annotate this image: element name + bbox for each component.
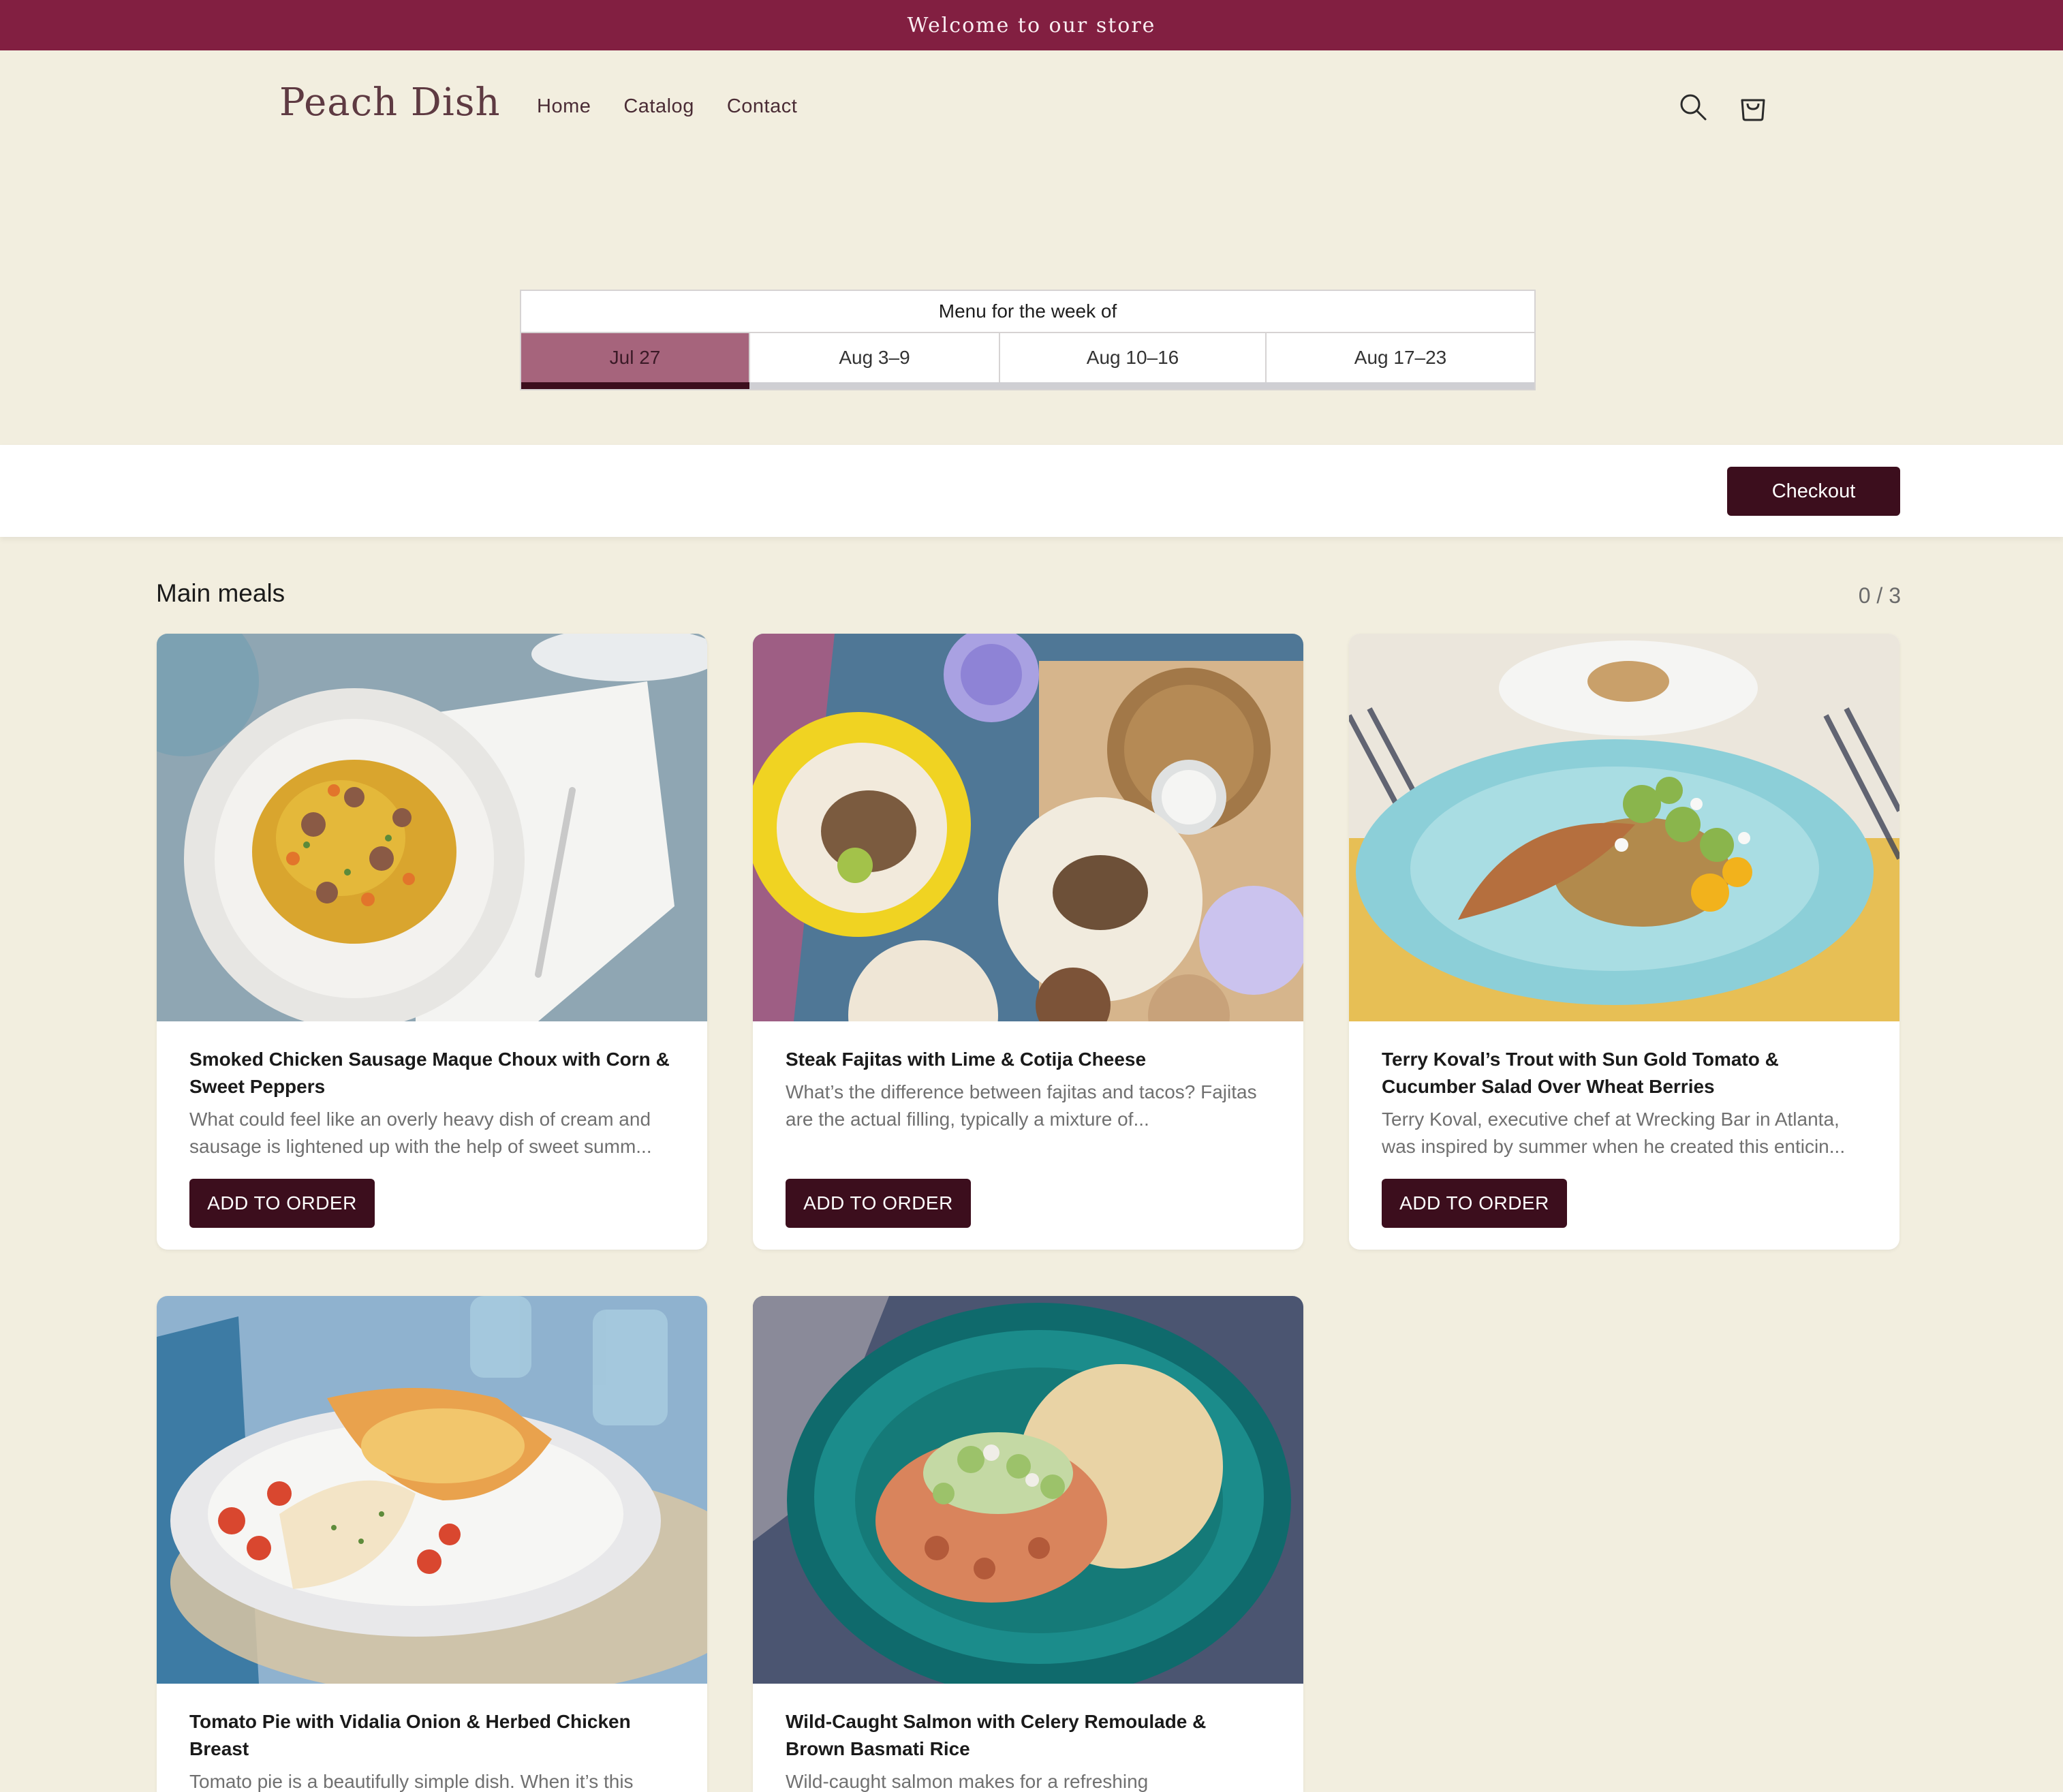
checkout-button[interactable]: Checkout — [1727, 467, 1900, 516]
announcement-text: Welcome to our store — [907, 13, 1156, 37]
nav-contact[interactable]: Contact — [727, 95, 797, 118]
meal-description: Tomato pie is a beautifully simple dish.… — [189, 1771, 634, 1792]
section-title: Main meals — [156, 579, 285, 607]
meal-title[interactable]: Wild-Caught Salmon with Celery Remoulade… — [786, 1708, 1271, 1763]
meal-card: Wild-Caught Salmon with Celery Remoulade… — [753, 1296, 1303, 1792]
week-tab-aug-3-9[interactable]: Aug 3–9 — [750, 333, 1000, 382]
week-tab-aug-10-16[interactable]: Aug 10–16 — [1000, 333, 1267, 382]
week-tabs: Jul 27 Aug 3–9 Aug 10–16 Aug 17–23 — [521, 333, 1534, 382]
cart-icon[interactable] — [1736, 90, 1770, 124]
meal-image-tomato-pie[interactable] — [157, 1296, 707, 1684]
nav-catalog[interactable]: Catalog — [623, 95, 694, 118]
meal-description: What’s the difference between fajitas an… — [786, 1081, 1257, 1130]
meal-card: Terry Koval’s Trout with Sun Gold Tomato… — [1349, 634, 1899, 1250]
add-to-order-button[interactable]: ADD TO ORDER — [1382, 1179, 1567, 1228]
meal-card: Tomato Pie with Vidalia Onion & Herbed C… — [157, 1296, 707, 1792]
nav-home[interactable]: Home — [537, 95, 591, 118]
meal-image-maque-choux[interactable] — [157, 634, 707, 1021]
search-icon[interactable] — [1676, 90, 1710, 124]
add-to-order-button[interactable]: ADD TO ORDER — [189, 1179, 375, 1228]
checkout-strip: Checkout — [0, 445, 2063, 537]
meal-description: Wild-caught salmon makes for a refreshin… — [786, 1771, 1149, 1792]
selection-count: 0 / 3 — [1858, 583, 1901, 608]
meal-title[interactable]: Tomato Pie with Vidalia Onion & Herbed C… — [189, 1708, 674, 1763]
meal-title[interactable]: Steak Fajitas with Lime & Cotija Cheese — [786, 1046, 1271, 1073]
meal-image-steak-fajitas[interactable] — [753, 634, 1303, 1021]
meal-card: Steak Fajitas with Lime & Cotija Cheese … — [753, 634, 1303, 1250]
week-progress-bar — [521, 382, 1534, 389]
week-selector: Menu for the week of Jul 27 Aug 3–9 Aug … — [520, 290, 1536, 390]
meal-title[interactable]: Terry Koval’s Trout with Sun Gold Tomato… — [1382, 1046, 1867, 1100]
meal-image-salmon[interactable] — [753, 1296, 1303, 1684]
add-to-order-button[interactable]: ADD TO ORDER — [786, 1179, 971, 1228]
meal-image-trout[interactable] — [1349, 634, 1899, 1021]
announcement-bar: Welcome to our store — [0, 0, 2063, 50]
meal-description: What could feel like an overly heavy dis… — [189, 1109, 652, 1157]
meal-description: Terry Koval, executive chef at Wrecking … — [1382, 1109, 1846, 1157]
main-nav: Home Catalog Contact — [537, 95, 797, 118]
brand-logo[interactable]: Peach Dish — [279, 80, 501, 125]
week-progress-fill — [521, 382, 749, 389]
week-tab-aug-17-23[interactable]: Aug 17–23 — [1267, 333, 1534, 382]
week-selector-title: Menu for the week of — [521, 291, 1534, 333]
week-tab-jul-27[interactable]: Jul 27 — [521, 333, 750, 382]
meal-card: Smoked Chicken Sausage Maque Choux with … — [157, 634, 707, 1250]
meal-title[interactable]: Smoked Chicken Sausage Maque Choux with … — [189, 1046, 674, 1100]
